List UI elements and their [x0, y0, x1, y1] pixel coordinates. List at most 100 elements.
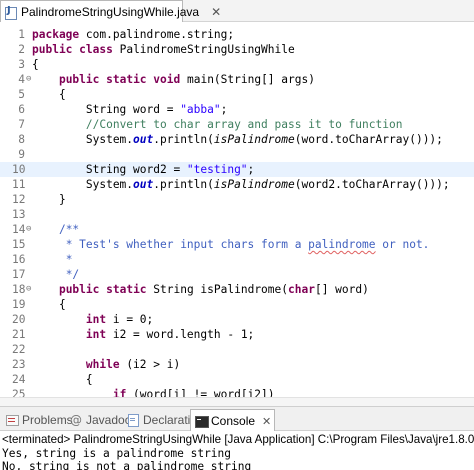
code-token: package	[32, 28, 80, 41]
code-token: main(String[] args)	[180, 73, 315, 86]
code-token: static	[106, 73, 147, 86]
console-line: No, string is not a palindrome string	[2, 460, 252, 470]
line-number: 2	[18, 43, 25, 56]
code-line[interactable]: 18 ⊖ public static String isPalindrome(ch…	[0, 282, 474, 297]
code-token: out	[133, 133, 154, 146]
code-line[interactable]: 5 {	[0, 87, 474, 102]
code-line[interactable]: 15 * Test's whether input chars form a p…	[0, 237, 474, 252]
fold-toggle-icon[interactable]: ⊖	[26, 282, 31, 297]
code-token: static	[106, 283, 147, 296]
line-number: 19	[12, 298, 26, 311]
code-line[interactable]: 6 String word = "abba";	[0, 102, 474, 117]
code-line[interactable]: 8 System.out.println(isPalindrome(word.t…	[0, 132, 474, 147]
editor-tab[interactable]: PalindromeStringUsingWhile.java ✕	[0, 0, 221, 23]
code-text: *	[32, 252, 73, 267]
line-number: 24	[12, 373, 26, 386]
code-token: String isPalindrome(	[146, 283, 288, 296]
code-text: public static void main(String[] args)	[32, 72, 315, 87]
line-number: 12	[12, 193, 26, 206]
code-token: public	[32, 43, 73, 56]
code-line[interactable]: 16 *	[0, 252, 474, 267]
code-token: class	[79, 43, 113, 56]
code-token: int	[85, 313, 107, 326]
code-text: package com.palindrome.string;	[32, 27, 234, 42]
line-number: 8	[18, 133, 25, 146]
line-number: 1	[18, 28, 25, 41]
code-token: {	[32, 88, 66, 101]
code-token: {	[32, 373, 93, 386]
line-number: 9	[18, 148, 25, 161]
line-number: 20	[12, 313, 26, 326]
code-line[interactable]: 21 int i2 = word.length - 1;	[0, 327, 474, 342]
line-number: 6	[18, 103, 25, 116]
line-number: 5	[18, 88, 25, 101]
console-icon	[194, 414, 209, 428]
line-number: 14	[12, 223, 26, 236]
fold-toggle-icon[interactable]: ⊖	[26, 72, 31, 87]
code-line[interactable]: 25 if (word[i] != word[i2])	[0, 387, 474, 397]
code-text: /**	[32, 222, 79, 237]
code-text: */	[32, 267, 79, 282]
line-number: 17	[12, 268, 26, 281]
code-line[interactable]: 10 String word2 = "testing";	[0, 162, 474, 177]
code-line[interactable]: 1 package com.palindrome.string;	[0, 27, 474, 42]
code-text: String word2 = "testing";	[32, 162, 254, 177]
code-token: (i2 > i)	[119, 358, 181, 371]
code-text: public static String isPalindrome(char[]…	[32, 282, 369, 297]
close-icon[interactable]: ✕	[262, 415, 271, 428]
code-text: System.out.println(isPalindrome(word2.to…	[32, 177, 450, 192]
code-line[interactable]: 23 while (i2 > i)	[0, 357, 474, 372]
console-output[interactable]: <terminated> PalindromeStringUsingWhile …	[0, 431, 474, 470]
code-line[interactable]: 12 }	[0, 192, 474, 207]
editor-horizontal-scrollbar[interactable]	[0, 397, 474, 406]
code-line[interactable]: 13	[0, 207, 474, 222]
code-line[interactable]: 9	[0, 147, 474, 162]
code-text: * Test's whether input chars form a pali…	[32, 237, 430, 252]
code-token: i2 = word.length - 1;	[106, 328, 255, 341]
code-text: public class PalindromeStringUsingWhile	[32, 42, 295, 57]
code-text: }	[32, 192, 66, 207]
code-editor[interactable]: 1 package com.palindrome.string; 2 public c…	[0, 22, 474, 397]
code-line[interactable]: 20 int i = 0;	[0, 312, 474, 327]
java-file-icon	[5, 5, 17, 20]
code-text: {	[32, 57, 39, 72]
code-token: com.palindrome.string;	[79, 28, 235, 41]
code-token: (word.toCharArray()));	[294, 133, 443, 146]
line-number: 7	[18, 118, 25, 131]
code-line[interactable]: 3{	[0, 57, 474, 72]
code-line[interactable]: 11 System.out.println(isPalindrome(word2…	[0, 177, 474, 192]
code-line[interactable]: 17 */	[0, 267, 474, 282]
fold-toggle-icon[interactable]: ⊖	[26, 222, 31, 237]
code-line[interactable]: 24 {	[0, 372, 474, 387]
code-token: .println(	[153, 178, 214, 191]
code-token: * Test's whether input chars form a	[65, 238, 309, 251]
code-line[interactable]: 19 {	[0, 297, 474, 312]
view-tab-bar: Problems @ Javadoc Declaration Console ✕	[0, 406, 474, 432]
code-line[interactable]: 22	[0, 342, 474, 357]
code-token: String word2 =	[32, 163, 187, 176]
line-number: 18	[12, 283, 26, 296]
close-icon[interactable]: ✕	[211, 6, 221, 18]
code-token: or not.	[375, 238, 430, 251]
code-token: "abba"	[180, 103, 221, 116]
tab-console-label: Console	[211, 414, 256, 428]
code-token: i = 0;	[106, 313, 154, 326]
code-line[interactable]: 4 ⊖ public static void main(String[] args…	[0, 72, 474, 87]
code-line[interactable]: 14 ⊖ /**	[0, 222, 474, 237]
tab-console[interactable]: Console ✕	[190, 409, 276, 432]
code-token: {	[32, 58, 39, 71]
line-number: 21	[12, 328, 26, 341]
line-number: 10	[12, 163, 26, 176]
tab-problems[interactable]: Problems	[2, 409, 76, 431]
code-token: isPalindrome	[213, 133, 295, 146]
code-line[interactable]: 2 public class PalindromeStringUsingWhile	[0, 42, 474, 57]
code-line[interactable]: 7 //Convert to char array and pass it to…	[0, 117, 474, 132]
code-token: /**	[58, 223, 80, 236]
code-token: (word2.toCharArray()));	[294, 178, 450, 191]
code-token: while	[85, 358, 120, 371]
declaration-icon	[126, 413, 140, 427]
